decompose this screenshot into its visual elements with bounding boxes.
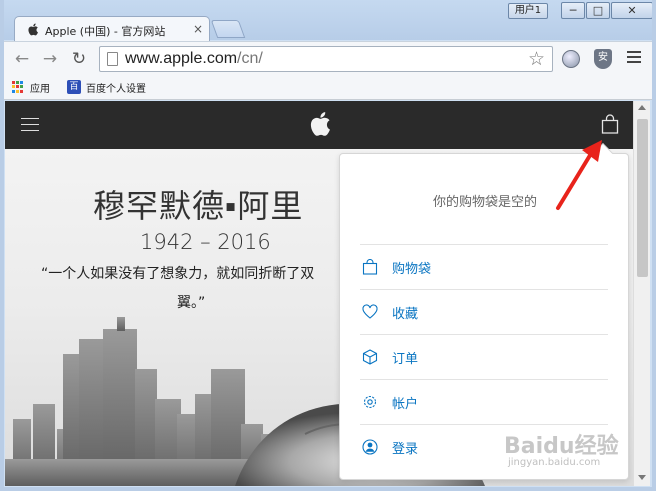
hero-title: 穆罕默德▪阿里 xyxy=(93,187,304,225)
apps-grid-icon xyxy=(12,81,24,93)
url-path: /cn/ xyxy=(237,50,263,67)
bookmark-star-icon[interactable]: ☆ xyxy=(528,48,545,70)
hero-years: 1942 – 2016 xyxy=(140,230,271,254)
shopping-bag-icon[interactable] xyxy=(601,114,619,134)
url-host: www.apple.com xyxy=(125,50,238,67)
url-text[interactable]: www.apple.com/cn/ xyxy=(125,50,263,68)
window-titlebar: 用户1 ─ □ ✕ Apple (中国) - 官方网站 × xyxy=(0,0,656,42)
bag-menu-item-label: 收藏 xyxy=(392,306,419,322)
browser-menu-icon[interactable] xyxy=(627,51,641,65)
tab-title: Apple (中国) - 官方网站 xyxy=(45,25,166,38)
bookmark-label: 百度个人设置 xyxy=(86,83,146,95)
browser-toolbar: ← → ↻ www.apple.com/cn/ ☆ 安 xyxy=(0,41,656,75)
gear-icon xyxy=(363,395,377,409)
bag-menu-list: 购物袋 收藏 订单 帐户 登录 xyxy=(360,244,608,469)
tab-close-icon[interactable]: × xyxy=(191,22,205,36)
bag-menu-item-account[interactable]: 帐户 xyxy=(360,379,608,424)
browser-tab-apple[interactable]: Apple (中国) - 官方网站 × xyxy=(14,16,210,42)
forward-arrow-icon[interactable]: → xyxy=(41,50,59,68)
hero-quote-line: “一个人如果没有了想象力，就如同折断了双 xyxy=(41,266,315,282)
address-bar[interactable]: www.apple.com/cn/ ☆ xyxy=(99,46,553,72)
maximize-button[interactable]: □ xyxy=(586,2,610,19)
page-viewport: 穆罕默德▪阿里 1942 – 2016 “一个人如果没有了想象力，就如同折断了双… xyxy=(5,101,633,486)
bag-menu-item-favorites[interactable]: 收藏 xyxy=(360,289,608,334)
back-arrow-icon[interactable]: ← xyxy=(13,50,31,68)
bookmark-apps[interactable]: 应用 xyxy=(12,79,50,95)
heart-icon xyxy=(362,304,378,319)
bag-menu-item-orders[interactable]: 订单 xyxy=(360,334,608,379)
bag-menu-item-label: 购物袋 xyxy=(392,261,432,277)
page-scrollbar[interactable] xyxy=(633,101,650,486)
close-window-button[interactable]: ✕ xyxy=(611,2,653,19)
bookmark-baidu-settings[interactable]: 百 百度个人设置 xyxy=(67,79,146,95)
bag-flyout: 你的购物袋是空的 购物袋 收藏 订单 帐户 登录 xyxy=(339,143,629,480)
scroll-thumb[interactable] xyxy=(637,119,648,277)
box-icon xyxy=(362,349,378,365)
person-icon xyxy=(362,439,378,455)
bag-empty-message: 你的购物袋是空的 xyxy=(432,195,537,210)
close-icon: ✕ xyxy=(627,4,637,17)
apple-icon xyxy=(28,23,38,36)
apple-global-nav xyxy=(5,101,633,149)
bag-menu-item-label: 登录 xyxy=(392,441,419,457)
apple-logo-icon[interactable] xyxy=(309,111,331,137)
bag-menu-item-label: 订单 xyxy=(392,351,419,367)
bag-menu-item-bag[interactable]: 购物袋 xyxy=(360,244,608,289)
scroll-up-icon[interactable] xyxy=(638,105,646,110)
minimize-button[interactable]: ─ xyxy=(561,2,585,19)
bag-menu-item-signin[interactable]: 登录 xyxy=(360,424,608,469)
bookmarks-bar: 应用 百 百度个人设置 xyxy=(0,75,656,100)
reload-icon[interactable]: ↻ xyxy=(70,50,88,68)
maximize-icon: □ xyxy=(592,4,604,17)
user-profile-button[interactable]: 用户1 xyxy=(508,3,548,19)
minimize-icon: ─ xyxy=(569,4,577,17)
bag-menu-item-label: 帐户 xyxy=(392,396,419,412)
hamburger-menu-icon[interactable] xyxy=(21,118,39,131)
baidu-paw-icon: 百 xyxy=(67,80,81,94)
shield-extension-icon[interactable]: 安 xyxy=(594,49,612,69)
page-icon xyxy=(107,52,118,66)
bag-icon xyxy=(362,259,378,275)
bookmark-label: 应用 xyxy=(30,83,50,95)
globe-extension-icon[interactable] xyxy=(562,50,580,68)
hero-quote-line: 翼。” xyxy=(177,295,206,311)
new-tab-button[interactable] xyxy=(210,20,246,38)
scroll-down-icon[interactable] xyxy=(638,475,646,480)
